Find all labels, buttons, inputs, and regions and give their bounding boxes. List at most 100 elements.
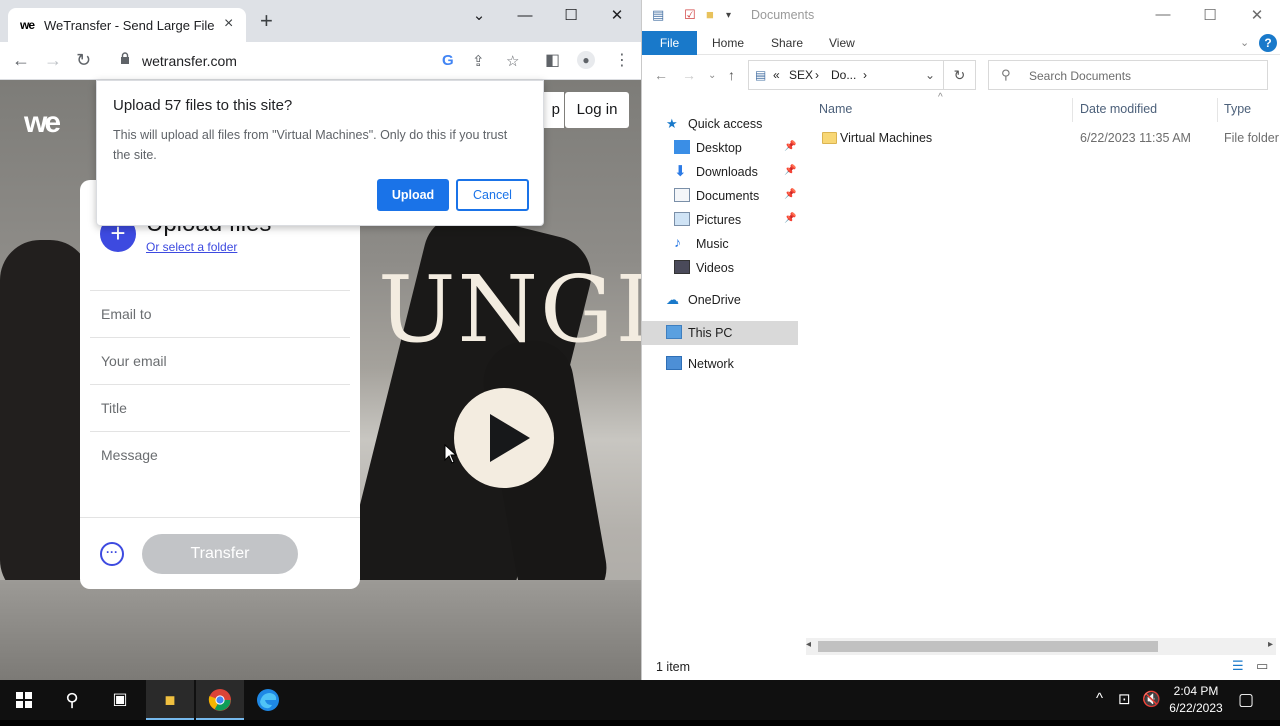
column-header-type[interactable]: Type [1224, 102, 1251, 116]
reload-icon[interactable]: ↻ [76, 50, 91, 71]
ribbon-tab-file[interactable]: File [642, 31, 697, 55]
search-icon[interactable]: ⚲ [48, 680, 96, 720]
pin-icon[interactable]: 📌 [784, 213, 796, 224]
minimize-button[interactable]: — [1140, 6, 1186, 23]
videos-icon [674, 260, 690, 274]
back-icon[interactable]: ← [12, 50, 30, 71]
scrollbar-thumb[interactable] [818, 641, 1158, 652]
nav-pictures[interactable]: Pictures 📌 [674, 210, 798, 232]
forward-icon[interactable]: → [44, 50, 62, 71]
column-separator[interactable] [1217, 98, 1218, 122]
nav-videos[interactable]: Videos [674, 258, 798, 280]
minimize-button[interactable]: — [502, 4, 548, 28]
scroll-right-icon[interactable]: ▸ [1268, 639, 1273, 650]
scroll-left-icon[interactable]: ◂ [806, 639, 811, 650]
maximize-button[interactable]: ☐ [1187, 6, 1233, 24]
more-options-button[interactable]: ··· [100, 542, 124, 566]
notification-icon[interactable]: ▢ [1238, 690, 1254, 710]
new-folder-icon[interactable]: ■ [706, 7, 714, 22]
column-separator[interactable] [1072, 98, 1073, 122]
forward-icon[interactable]: → [682, 67, 696, 83]
nav-documents[interactable]: Documents 📌 [674, 186, 798, 208]
select-folder-link[interactable]: Or select a folder [146, 240, 237, 254]
address-bar[interactable]: ▤ « SEX › Do... › ⌄ [748, 60, 944, 90]
nav-label: Quick access [688, 117, 763, 131]
address-dropdown-icon[interactable]: ⌄ [925, 68, 935, 82]
nav-desktop[interactable]: Desktop 📌 [674, 138, 798, 160]
breadcrumb-documents[interactable]: Do... [831, 68, 856, 82]
transfer-button[interactable]: Transfer [142, 534, 298, 574]
chrome-logo-icon [208, 689, 231, 711]
horizontal-scrollbar[interactable]: ◂ ▸ [806, 638, 1276, 655]
checklist-icon[interactable]: ☑ [684, 7, 696, 23]
nav-onedrive[interactable]: ☁ OneDrive [666, 290, 796, 312]
share-icon[interactable]: ⇪ [472, 52, 485, 70]
large-icons-view-icon[interactable]: ▭ [1256, 658, 1268, 674]
recent-dropdown-icon[interactable]: ⌄ [708, 70, 716, 81]
column-header-name[interactable]: Name [819, 102, 852, 116]
bookmark-star-icon[interactable]: ☆ [506, 52, 519, 70]
ribbon-expand-icon[interactable]: ⌄ [1240, 36, 1249, 49]
new-tab-button[interactable]: + [260, 10, 273, 32]
hero-text: UNGL [378, 256, 641, 363]
up-icon[interactable]: ↑ [728, 67, 735, 83]
profile-avatar-icon[interactable]: ● [577, 51, 595, 69]
message-field[interactable]: Message [90, 431, 350, 517]
column-header-date[interactable]: Date modified [1080, 102, 1157, 116]
task-view-icon[interactable]: ▣ [96, 680, 144, 720]
tab-wetransfer[interactable]: we WeTransfer - Send Large Files & Sha × [8, 8, 246, 42]
clock[interactable]: 2:04 PM 6/22/2023 [1166, 683, 1226, 717]
upload-button[interactable]: Upload [377, 179, 449, 211]
file-explorer-icon[interactable]: ■ [146, 680, 194, 720]
ribbon-tab-view[interactable]: View [829, 36, 855, 50]
upload-card: + Upload files Or select a folder Email … [80, 180, 360, 589]
cancel-button[interactable]: Cancel [456, 179, 529, 211]
help-icon[interactable]: ? [1259, 34, 1277, 52]
network-status-icon[interactable]: ⊡ [1118, 690, 1131, 708]
details-view-icon[interactable]: ☰ [1232, 658, 1244, 674]
address-bar[interactable]: wetransfer.com G ⇪ ☆ [110, 47, 532, 75]
nav-music[interactable]: ♪ Music [674, 234, 798, 256]
email-to-field[interactable]: Email to [90, 290, 350, 337]
clock-date: 6/22/2023 [1169, 701, 1223, 715]
play-button[interactable] [454, 388, 554, 488]
back-icon[interactable]: ← [654, 67, 668, 83]
refresh-icon[interactable]: ↻ [944, 60, 976, 90]
search-input[interactable]: ⚲ Search Documents [988, 60, 1268, 90]
title-field[interactable]: Title [90, 384, 350, 431]
file-row[interactable]: Virtual Machines 6/22/2023 11:35 AM File… [818, 128, 1279, 150]
wetransfer-favicon-icon: we [20, 18, 35, 32]
qat-dropdown-icon[interactable]: ▾ [726, 10, 731, 21]
pin-icon[interactable]: 📌 [784, 141, 796, 152]
your-email-field[interactable]: Your email [90, 337, 350, 384]
documents-icon [674, 188, 690, 202]
nav-this-pc[interactable]: This PC [642, 321, 798, 345]
google-icon[interactable]: G [442, 52, 454, 69]
nav-network[interactable]: Network [666, 354, 796, 376]
close-button[interactable]: ✕ [1234, 6, 1280, 24]
nav-downloads[interactable]: ⬇ Downloads 📌 [674, 162, 798, 184]
side-panel-icon[interactable]: ◧ [545, 50, 560, 70]
nav-quick-access[interactable]: ★ Quick access [666, 114, 796, 136]
login-button[interactable]: Log in [565, 92, 629, 128]
maximize-button[interactable]: ☐ [548, 4, 594, 28]
breadcrumb-separator[interactable]: › [863, 68, 867, 82]
chrome-icon[interactable] [196, 680, 244, 720]
tab-search-icon[interactable]: ⌄ [456, 4, 502, 28]
properties-icon[interactable]: ▤ [652, 7, 664, 23]
menu-kebab-icon[interactable]: ⋮ [614, 50, 630, 70]
edge-icon[interactable] [244, 680, 292, 720]
close-button[interactable]: ✕ [594, 4, 640, 28]
show-hidden-icons[interactable]: ^ [1096, 690, 1103, 707]
pin-icon[interactable]: 📌 [784, 189, 796, 200]
ribbon-tab-share[interactable]: Share [771, 36, 803, 50]
start-button[interactable] [0, 680, 48, 720]
ribbon-tab-home[interactable]: Home [712, 36, 744, 50]
breadcrumb-sex[interactable]: SEX [789, 68, 813, 82]
wetransfer-logo[interactable]: we [24, 106, 61, 140]
pin-icon[interactable]: 📌 [784, 165, 796, 176]
tab-close-icon[interactable]: × [224, 15, 233, 33]
breadcrumb-overflow[interactable]: « [773, 68, 780, 82]
breadcrumb-separator[interactable]: › [815, 68, 819, 82]
volume-muted-icon[interactable]: 🔇 [1142, 690, 1161, 708]
